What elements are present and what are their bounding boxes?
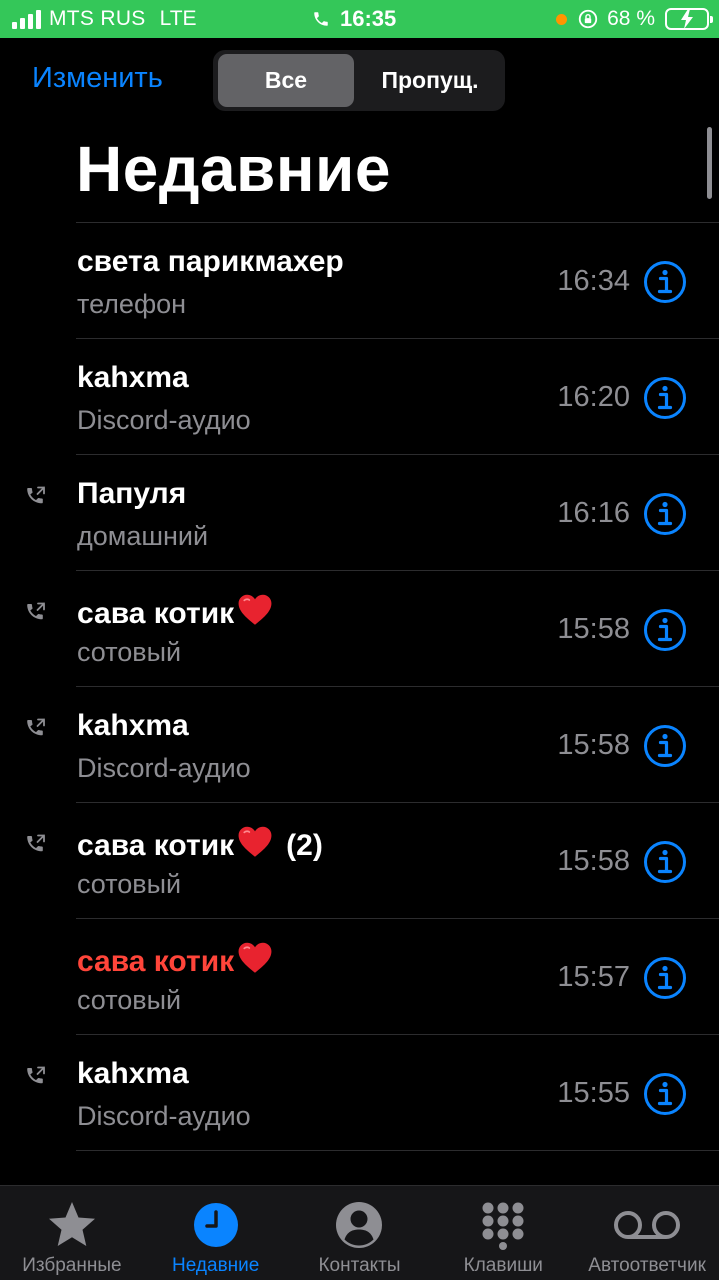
info-icon[interactable]: [643, 260, 687, 304]
battery-charging-icon: [665, 8, 713, 30]
call-row[interactable]: света парикмахер телефон 16:34: [0, 223, 719, 339]
orange-dot-indicator: [556, 13, 568, 25]
call-row[interactable]: Папуля домашний 16:16: [0, 455, 719, 571]
tab-label: Автоответчик: [588, 1255, 706, 1276]
voicemail-icon: [612, 1200, 682, 1250]
heart-emoji-icon: [234, 594, 274, 630]
call-type-label: сотовый: [77, 869, 182, 899]
tab-star[interactable]: Избранные: [0, 1186, 144, 1280]
info-icon[interactable]: [643, 840, 687, 884]
call-time: 16:20: [557, 381, 630, 413]
keypad-icon: [478, 1200, 528, 1250]
caller-name: сава котик (2): [77, 825, 323, 863]
carrier-name: MTS RUS: [49, 7, 146, 30]
call-time: 15:58: [557, 845, 630, 877]
tab-clock[interactable]: Недавние: [144, 1186, 288, 1280]
call-type-label: Discord-аудио: [77, 405, 251, 435]
caller-name-text: Папуля: [77, 477, 187, 510]
star-icon: [47, 1200, 97, 1250]
call-row[interactable]: kahxma Discord-аудио 15:55: [0, 1035, 719, 1151]
caller-name: сава котик: [77, 941, 274, 979]
info-icon[interactable]: [643, 608, 687, 652]
caller-name: kahxma: [77, 1057, 189, 1091]
caller-name: света парикмахер: [77, 245, 344, 279]
call-row[interactable]: kahxma Discord-аудио 16:20: [0, 339, 719, 455]
caller-name-text: сава котик: [77, 829, 235, 862]
call-type-label: домашний: [77, 521, 209, 551]
outgoing-call-icon: [24, 717, 48, 741]
call-time: 15:55: [557, 1077, 630, 1109]
info-icon[interactable]: [643, 724, 687, 768]
call-time: 16:34: [557, 265, 630, 297]
call-time: 16:16: [557, 497, 630, 529]
tab-keypad[interactable]: Клавиши: [431, 1186, 575, 1280]
info-icon[interactable]: [643, 956, 687, 1000]
battery-percent: 68 %: [607, 7, 655, 30]
call-time: 15:57: [557, 961, 630, 993]
tab-person-circle[interactable]: Контакты: [288, 1186, 432, 1280]
tab-label: Клавиши: [463, 1255, 543, 1276]
filter-segmented-control: Все Пропущ.: [213, 50, 505, 111]
tab-label: Недавние: [172, 1255, 260, 1276]
heart-emoji-icon: [234, 826, 274, 862]
call-type-label: телефон: [77, 289, 187, 319]
outgoing-call-icon: [24, 833, 48, 857]
segment-missed[interactable]: Пропущ.: [360, 54, 500, 107]
call-type-label: Discord-аудио: [77, 1101, 251, 1131]
row-separator: [76, 1150, 719, 1151]
heart-emoji-icon: [234, 942, 274, 978]
info-icon[interactable]: [643, 1072, 687, 1116]
scroll-indicator[interactable]: [707, 127, 712, 199]
call-row[interactable]: kahxma Discord-аудио 15:58: [0, 687, 719, 803]
caller-name-text: сава котик: [77, 597, 235, 630]
call-type-label: сотовый: [77, 985, 182, 1015]
outgoing-call-icon: [24, 485, 48, 509]
outgoing-call-icon: [24, 1065, 48, 1089]
status-time: 16:35: [340, 6, 397, 31]
call-time: 15:58: [557, 729, 630, 761]
call-row[interactable]: сава котик сотовый 15:57: [0, 919, 719, 1035]
call-type-label: Discord-аудио: [77, 753, 251, 783]
caller-name: сава котик: [77, 593, 274, 631]
caller-name-text: kahxma: [77, 1057, 189, 1090]
call-type-label: сотовый: [77, 637, 182, 667]
call-row[interactable]: сава котик сотовый 15:58: [0, 571, 719, 687]
caller-name: kahxma: [77, 709, 189, 743]
caller-name-text: света парикмахер: [77, 245, 344, 278]
call-count: (2): [286, 829, 323, 862]
edit-button[interactable]: Изменить: [32, 62, 163, 95]
tab-voicemail[interactable]: Автоответчик: [575, 1186, 719, 1280]
outgoing-call-icon: [24, 601, 48, 625]
info-icon[interactable]: [643, 376, 687, 420]
person-circle-icon: [334, 1200, 384, 1250]
phone-active-icon: [314, 12, 328, 26]
caller-name-text: kahxma: [77, 361, 189, 394]
call-time: 15:58: [557, 613, 630, 645]
tab-label: Избранные: [22, 1255, 122, 1276]
clock-icon: [191, 1200, 241, 1250]
caller-name-text: kahxma: [77, 709, 189, 742]
status-bar: MTS RUS LTE 16:35 68 %: [0, 0, 719, 38]
info-icon[interactable]: [643, 492, 687, 536]
caller-name-text: сава котик: [77, 945, 235, 978]
tab-label: Контакты: [318, 1255, 401, 1276]
rotation-lock-icon: [578, 9, 598, 29]
caller-name: Папуля: [77, 477, 186, 511]
signal-bars-icon: [12, 9, 41, 29]
network-type: LTE: [159, 7, 197, 30]
caller-name: kahxma: [77, 361, 189, 395]
call-row[interactable]: сава котик (2) сотовый 15:58: [0, 803, 719, 919]
page-title: Недавние: [76, 133, 391, 205]
tab-bar: Избранные Недавние Контакты Клавиши Автоотве…: [0, 1185, 719, 1280]
segment-all[interactable]: Все: [218, 54, 354, 107]
